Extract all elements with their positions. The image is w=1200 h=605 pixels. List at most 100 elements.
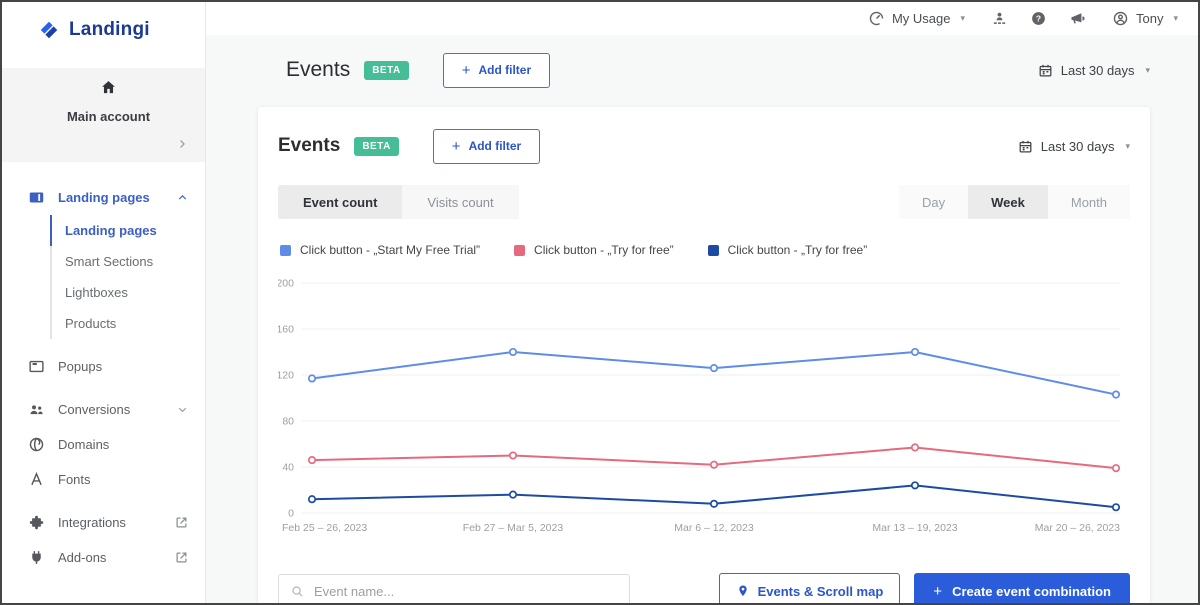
caret-down-icon: ▾ (1125, 140, 1130, 151)
sidebar-subitem-smart-sections[interactable]: Smart Sections (50, 246, 205, 277)
search-icon (292, 585, 303, 597)
card-header: Events BETA + Add filter Last 30 days ▾ (278, 128, 1130, 164)
topbar: My Usage ▾ ? Tony ▾ (206, 2, 1198, 35)
legend-item: Click button - „Start My Free Trial” (280, 243, 480, 257)
date-range-picker[interactable]: Last 30 days ▾ (1018, 139, 1130, 154)
logo: Landingi (2, 14, 205, 46)
external-link-icon (174, 515, 189, 530)
chevron-right-icon (175, 137, 189, 151)
users-icon[interactable] (991, 10, 1008, 27)
tab-event-count[interactable]: Event count (278, 185, 403, 219)
sidebar-item-label: Integrations (58, 515, 126, 530)
sidebar-subitem-lightboxes[interactable]: Lightboxes (50, 277, 205, 308)
sidebar-item-landing-pages[interactable]: Landing pages (2, 180, 205, 215)
help-icon[interactable]: ? (1030, 10, 1047, 27)
sidebar-subitem-landing-pages[interactable]: Landing pages (50, 215, 205, 246)
date-range-picker[interactable]: Last 30 days ▾ (1038, 63, 1150, 78)
svg-text:200: 200 (278, 278, 294, 290)
main-area: My Usage ▾ ? Tony ▾ Events BETA + Add fi… (206, 2, 1198, 603)
megaphone-icon[interactable] (1069, 10, 1086, 27)
plus-icon: + (451, 137, 461, 155)
user-menu[interactable]: Tony ▾ (1112, 10, 1178, 27)
event-search-input[interactable] (314, 583, 618, 599)
calendar-icon (1038, 63, 1053, 78)
svg-text:Mar 13 – 19, 2023: Mar 13 – 19, 2023 (872, 522, 957, 534)
user-circle-icon (1112, 10, 1129, 27)
create-event-combination-button[interactable]: + Create event combination (914, 573, 1130, 603)
landing-pages-icon (28, 189, 45, 206)
conversions-icon (28, 401, 45, 418)
sidebar: Landingi Main account Landing pages Land… (2, 2, 206, 603)
sidebar-item-label: Landing pages (58, 190, 150, 205)
legend-swatch (280, 244, 291, 256)
add-filter-button[interactable]: + Add filter (432, 128, 541, 164)
my-usage-label: My Usage (891, 11, 951, 26)
events-card: Events BETA + Add filter Last 30 days ▾ (258, 107, 1150, 603)
date-range-label: Last 30 days (1040, 138, 1115, 154)
location-pin-icon (738, 585, 747, 597)
tab-visits-count[interactable]: Visits count (402, 185, 519, 219)
page-header: Events BETA + Add filter Last 30 days ▾ (286, 52, 1150, 88)
event-search (278, 574, 630, 603)
sidebar-item-main-account[interactable]: Main account (2, 68, 205, 162)
legend-swatch (514, 244, 526, 256)
sidebar-item-label: Domains (58, 437, 110, 452)
my-usage-menu[interactable]: My Usage ▾ (868, 10, 965, 27)
username: Tony (1136, 11, 1164, 26)
content: Events BETA + Add filter Last 30 days ▾ … (206, 35, 1198, 603)
sidebar-item-popups[interactable]: Popups (2, 349, 205, 384)
chevron-up-icon (176, 191, 189, 204)
sidebar-item-integrations[interactable]: Integrations (2, 505, 205, 540)
tabs-row: Event count Visits count Day Week Month (278, 185, 1130, 219)
sidebar-subitem-products[interactable]: Products (50, 308, 205, 339)
svg-text:Feb 27 – Mar 5, 2023: Feb 27 – Mar 5, 2023 (463, 522, 564, 534)
chevron-down-icon (176, 403, 189, 416)
puzzle-icon (28, 514, 45, 531)
legend-label: Click button - „Try for free” (534, 243, 674, 257)
popups-icon (28, 358, 45, 375)
legend-label: Click button - „Try for free” (727, 243, 868, 257)
sidebar-item-label: Fonts (58, 472, 91, 487)
svg-text:Mar 20 – 26, 2023: Mar 20 – 26, 2023 (1035, 522, 1120, 534)
plus-icon: + (933, 582, 943, 600)
caret-down-icon: ▾ (1145, 64, 1150, 75)
plus-icon: + (461, 61, 471, 79)
fonts-icon (28, 471, 45, 488)
granularity-toggle: Day Week Month (899, 185, 1130, 219)
svg-text:0: 0 (288, 508, 294, 520)
sidebar-item-conversions[interactable]: Conversions (2, 392, 205, 427)
sidebar-item-label: Popups (58, 359, 103, 374)
date-range-label: Last 30 days (1060, 62, 1135, 78)
chart-legend: Click button - „Start My Free Trial” Cli… (280, 243, 1130, 257)
sidebar-item-domains[interactable]: Domains (2, 427, 205, 462)
sidebar-item-fonts[interactable]: Fonts (2, 462, 205, 497)
granularity-week[interactable]: Week (968, 185, 1048, 219)
add-filter-button[interactable]: + Add filter (442, 52, 551, 88)
svg-text:80: 80 (282, 416, 294, 428)
legend-item: Click button - „Try for free” (707, 243, 868, 257)
footer-actions: Events & Scroll map + Create event combi… (718, 573, 1130, 603)
sidebar-nav: Main account Landing pages Landing pages… (2, 68, 205, 575)
caret-down-icon: ▾ (1173, 13, 1178, 23)
beta-badge: BETA (354, 136, 399, 156)
granularity-month[interactable]: Month (1047, 185, 1130, 219)
plug-icon (28, 549, 45, 566)
landing-pages-subnav: Landing pages Smart Sections Lightboxes … (50, 215, 205, 339)
events-scroll-map-button[interactable]: Events & Scroll map (718, 573, 901, 603)
granularity-day[interactable]: Day (899, 185, 969, 219)
landingi-logo-icon (40, 21, 58, 39)
caret-down-icon: ▾ (960, 13, 965, 23)
svg-text:Mar 6 – 12, 2023: Mar 6 – 12, 2023 (674, 522, 754, 534)
app-window: Landingi Main account Landing pages Land… (0, 0, 1200, 605)
globe-icon (28, 436, 45, 453)
chart-area: 0 40 80 120 160 200 Feb 25 – 26, 2023 Feb 27 – … (278, 269, 1130, 537)
card-footer: Events & Scroll map + Create event combi… (278, 573, 1130, 603)
gauge-icon (868, 10, 885, 27)
card-title: Events (278, 135, 341, 156)
page-title: Events (286, 58, 351, 81)
legend-item: Click button - „Try for free” (514, 243, 674, 257)
legend-swatch (707, 244, 719, 256)
sidebar-item-label: Main account (66, 109, 151, 124)
sidebar-item-addons[interactable]: Add-ons (2, 540, 205, 575)
sidebar-item-label: Conversions (58, 402, 131, 417)
